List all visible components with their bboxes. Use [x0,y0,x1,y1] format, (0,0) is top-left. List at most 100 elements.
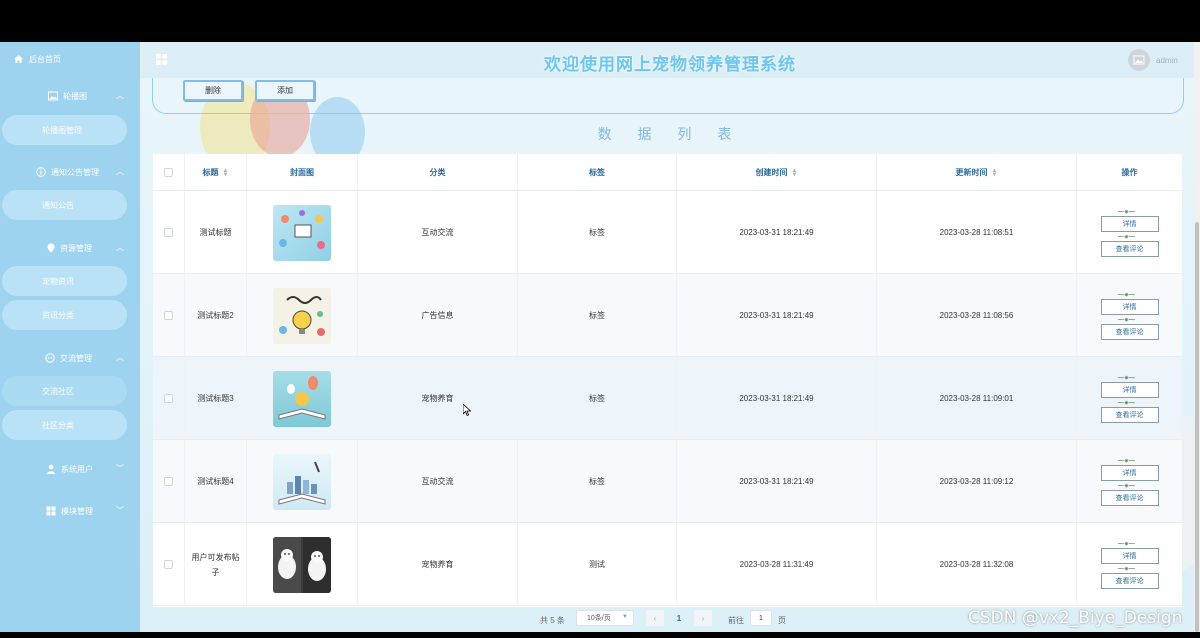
location-pin-icon [47,243,55,253]
sidebar-item-community[interactable]: 交流社区 [2,376,127,406]
cover-illustration-icon [278,461,326,505]
comments-button-label: 查看评论 [1115,577,1144,585]
sidebar-group-label: 系统用户 [61,465,93,474]
scrollbar-thumb[interactable] [1195,222,1199,632]
chevron-down-icon: ﹀ [116,506,124,515]
cover-image[interactable] [273,287,331,344]
select-all-cell [153,154,185,191]
col-updated[interactable]: 更新时间 ▲ ▼ [877,154,1077,191]
cover-image[interactable] [273,370,331,427]
next-page-button[interactable]: › [694,610,712,626]
goto-page-input[interactable] [750,610,772,626]
row-checkbox[interactable] [164,477,173,486]
cover-image[interactable] [273,453,331,510]
row-cover-cell [247,523,358,606]
page-size-select[interactable]: 10条/页 ▼ [576,610,634,626]
col-actions: 操作 [1077,154,1182,191]
sort-icon[interactable]: ▲ ▼ [992,168,998,178]
row-tag: 测试 [518,523,677,606]
detail-button-label: 详情 [1122,303,1137,311]
sidebar-item-community-category[interactable]: 社区分类 [2,410,127,440]
detail-button[interactable]: ⁓⁕⁓ 详情 [1100,209,1159,232]
sort-icon[interactable]: ▲ ▼ [223,168,229,178]
row-checkbox[interactable] [164,560,173,569]
detail-button[interactable]: ⁓⁕⁓ 详情 [1100,292,1159,315]
cover-image[interactable] [273,204,331,261]
col-created[interactable]: 创建时间 ▲ ▼ [677,154,877,191]
row-checkbox[interactable] [164,311,173,320]
row-category: 宠物养育 [358,357,518,440]
goto-label: 前往 [728,616,744,625]
sort-icon[interactable]: ▲ ▼ [792,168,798,178]
row-checkbox[interactable] [164,228,173,237]
chat-icon [45,353,55,363]
row-cover-cell [247,440,358,523]
sidebar-group-carousel[interactable]: 轮播图 ︿ [0,87,140,105]
sidebar-group-resource[interactable]: 资源管理 ︿ [0,239,140,257]
row-updated: 2023-03-28 11:08:56 [877,274,1077,357]
table-row: 测试标题 互动交流 标签 2023-03-31 18:21:49 2023-03… [153,191,1182,274]
detail-button[interactable]: ⁓⁕⁓ 详情 [1100,541,1159,564]
table-row: 测试标题3 宠物养育 标签 2023-03-31 18:21:49 2023-0… [153,357,1182,440]
row-title: 测试标题2 [185,274,247,357]
add-button[interactable]: 添加 [255,80,315,101]
sidebar-item-home-label: 后台首页 [29,54,61,64]
prev-page-button[interactable]: ‹ [646,610,664,626]
row-cover-cell [247,357,358,440]
current-page[interactable]: 1 [670,610,688,626]
sidebar: 后台首页 轮播图 ︿ 轮播图管理 通知公告管理 ︿ 通知公告 资源管理 ︿ 宠物… [0,42,140,632]
main-area: 欢迎使用网上宠物领养管理系统 admin 删除 添加 数 据 列 表 标题 ▲ ▼ … [140,42,1200,632]
select-all-checkbox[interactable] [164,168,173,177]
table-row: 测试标题4 互动交流 标签 2023-03-31 18:21:49 2023-0… [153,440,1182,523]
sidebar-group-modules[interactable]: 模块管理 ﹀ [0,502,140,520]
screen-top-bar [0,0,1200,42]
row-tag: 标签 [518,191,677,274]
avatar[interactable] [1128,49,1150,71]
col-title[interactable]: 标题 ▲ ▼ [185,154,247,191]
sidebar-item-label: 社区分类 [42,420,74,430]
mouse-cursor-icon [463,404,471,416]
view-comments-button[interactable]: ⁓⁕⁓ 查看评论 [1100,566,1159,589]
row-created: 2023-03-31 18:21:49 [677,274,877,357]
leaf-decor-icon: ⁓⁕⁓ [1117,540,1136,548]
row-updated: 2023-03-28 11:32:08 [877,523,1077,606]
detail-button[interactable]: ⁓⁕⁓ 详情 [1100,375,1159,398]
chevron-up-icon: ︿ [116,353,124,362]
row-updated: 2023-03-28 11:09:12 [877,440,1077,523]
detail-button-label: 详情 [1122,220,1137,228]
comments-button-label: 查看评论 [1115,328,1144,336]
detail-button-label: 详情 [1122,469,1137,477]
view-comments-button[interactable]: ⁓⁕⁓ 查看评论 [1100,400,1159,423]
sidebar-group-exchange[interactable]: 交流管理 ︿ [0,349,140,367]
sidebar-item-news-category[interactable]: 资讯分类 [2,300,127,330]
chevron-up-icon: ︿ [116,91,124,100]
admin-username[interactable]: admin [1156,56,1178,65]
view-comments-button[interactable]: ⁓⁕⁓ 查看评论 [1100,317,1159,340]
view-comments-button[interactable]: ⁓⁕⁓ 查看评论 [1100,234,1159,257]
cover-image[interactable] [273,536,331,593]
sidebar-item-carousel-manage[interactable]: 轮播图管理 [2,115,127,145]
sidebar-item-pet-news[interactable]: 宠物资讯 [2,266,127,296]
sidebar-group-users[interactable]: 系统用户 ﹀ [0,460,140,478]
sidebar-item-notice[interactable]: 通知公告 [2,190,127,220]
sidebar-group-label: 资源管理 [60,244,92,253]
sidebar-group-label: 轮播图 [63,92,87,101]
sidebar-group-notice[interactable]: 通知公告管理 ︿ [0,163,140,181]
detail-button[interactable]: ⁓⁕⁓ 详情 [1100,458,1159,481]
sidebar-group-label: 模块管理 [61,507,93,516]
delete-button[interactable]: 删除 [183,80,243,101]
row-category: 宠物养育 [358,523,518,606]
row-created: 2023-03-31 18:21:49 [677,357,877,440]
row-checkbox[interactable] [164,394,173,403]
row-actions: ⁓⁕⁓ 详情 ⁓⁕⁓ 查看评论 [1077,191,1182,274]
col-updated-label: 更新时间 [955,168,988,177]
row-category: 互动交流 [358,191,518,274]
chevron-up-icon: ︿ [116,167,124,176]
user-icon [47,464,55,474]
view-comments-button[interactable]: ⁓⁕⁓ 查看评论 [1100,483,1159,506]
sidebar-item-home[interactable]: 后台首页 [14,52,61,66]
grid-icon [46,506,56,516]
col-category: 分类 [358,154,518,191]
table-header: 标题 ▲ ▼ 封面图 分类 标签 创建时间 ▲ ▼ 更新时间 ▲ ▼ 操作 [153,154,1182,191]
row-title: 用户可发布帖子 [185,523,247,606]
